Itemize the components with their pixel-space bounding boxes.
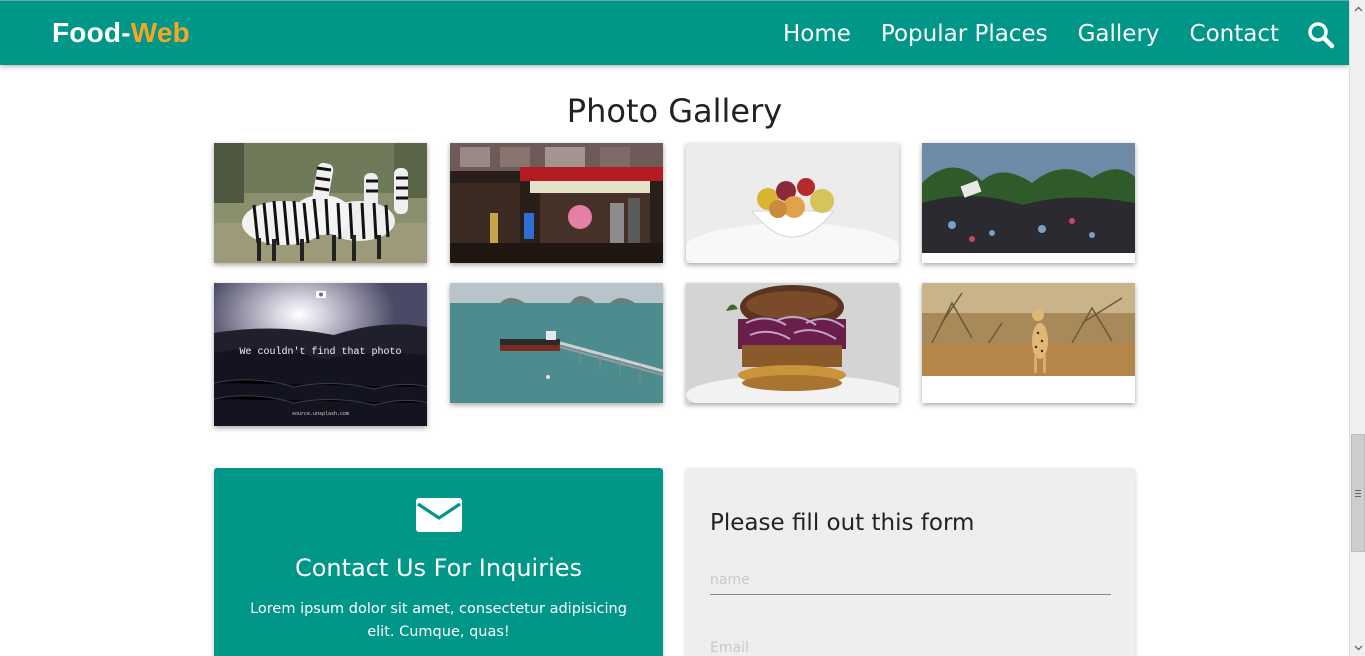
nav-links: Home Popular Places Gallery Contact (753, 1, 1279, 66)
photo-burger[interactable] (686, 283, 899, 403)
photo-zebras[interactable] (214, 143, 427, 263)
scroll-down-arrow-icon[interactable] (1350, 639, 1365, 656)
placeholder-message: We couldn't find that photo (239, 347, 402, 358)
nav-home[interactable]: Home (783, 21, 851, 47)
photo-market[interactable] (450, 143, 663, 263)
gallery-title: Photo Gallery (566, 92, 783, 130)
form-title: Please fill out this form (710, 510, 975, 536)
scroll-thumb[interactable] (1351, 434, 1365, 552)
photo-cheetah[interactable] (922, 283, 1135, 403)
photo-placeholder[interactable]: We couldn't find that photo source.unspl… (214, 283, 427, 426)
nav-gallery[interactable]: Gallery (1078, 21, 1160, 47)
contact-title: Contact Us For Inquiries (294, 554, 583, 582)
nav-contact[interactable]: Contact (1190, 21, 1279, 47)
contact-text: Lorem ipsum dolor sit amet, consectetur … (250, 601, 627, 640)
envelope-icon (416, 498, 462, 532)
photo-fruit-bowl[interactable] (686, 143, 899, 263)
nav-popular-places[interactable]: Popular Places (881, 21, 1048, 47)
scroll-up-arrow-icon[interactable] (1350, 0, 1365, 17)
placeholder-footer: source.unsplash.com (291, 411, 349, 417)
form-card: Please fill out this form (686, 468, 1135, 656)
photo-pier[interactable] (450, 283, 663, 403)
photo-jungle[interactable] (922, 143, 1135, 263)
contact-card: Contact Us For Inquiries Lorem ipsum dol… (214, 468, 663, 656)
page-scrollbar[interactable] (1349, 0, 1365, 656)
brand-logo[interactable]: Food-Web (52, 17, 190, 49)
name-input[interactable] (710, 565, 1111, 595)
navbar: Food-Web Home Popular Places Gallery Con… (0, 0, 1349, 65)
search-icon[interactable] (1307, 21, 1335, 49)
email-input[interactable] (710, 633, 1111, 656)
